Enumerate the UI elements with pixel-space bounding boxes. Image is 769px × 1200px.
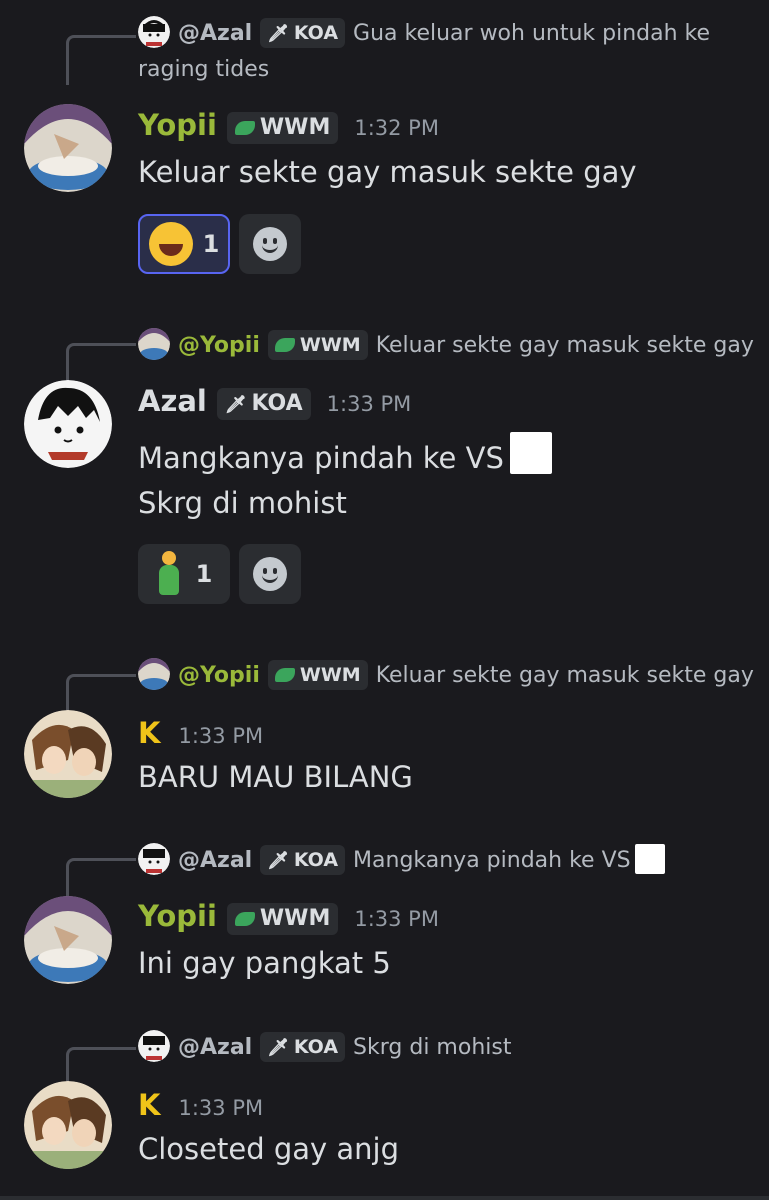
add-reaction-button[interactable]: [239, 214, 301, 274]
role-badge: 🗡 KOA: [260, 1032, 346, 1062]
reply-preview[interactable]: @Azal 🗡 KOA Skrg di mohist: [138, 1030, 749, 1066]
role-badge: 🗡 KOA: [260, 18, 346, 48]
sword-icon: 🗡: [267, 851, 289, 871]
timestamp[interactable]: 1:33 PM: [178, 1096, 263, 1120]
add-reaction-button[interactable]: [239, 544, 301, 604]
username[interactable]: Azal: [138, 384, 207, 418]
reply-author-name[interactable]: @Azal: [178, 1035, 252, 1060]
message-header: Yopii WWM 1:33 PM: [138, 899, 439, 935]
cat-sticker-image[interactable]: [509, 432, 552, 474]
timestamp[interactable]: 1:32 PM: [354, 116, 439, 140]
message-header: Yopii WWM 1:32 PM: [138, 108, 439, 144]
yopii-mini-avatar: [138, 328, 170, 360]
message-header: K 1:33 PM: [138, 716, 263, 750]
username[interactable]: K: [138, 1088, 160, 1122]
leaf-icon: [274, 338, 295, 352]
username[interactable]: Yopii: [138, 108, 217, 142]
k-avatar[interactable]: [24, 1081, 112, 1169]
bottom-divider: [0, 1196, 769, 1200]
azal-mini-avatar: [138, 843, 170, 875]
yopii-avatar[interactable]: [24, 104, 112, 192]
username[interactable]: K: [138, 716, 160, 750]
smiley-icon: [253, 557, 287, 591]
reply-text: Mangkanya pindah ke VS: [353, 848, 631, 873]
reply-text: Keluar sekte gay masuk sekte gay: [375, 663, 754, 688]
laughing-emoji-icon: [148, 222, 193, 266]
reply-author-name[interactable]: @Yopii: [178, 333, 260, 358]
message-text: Closeted gay anjg: [138, 1132, 400, 1166]
role-badge-label: KOA: [293, 849, 339, 871]
reply-text: Keluar sekte gay masuk sekte gay: [375, 333, 754, 358]
message-text: BARU MAU BILANG: [138, 760, 413, 794]
role-badge-label: KOA: [251, 391, 303, 416]
reply-text: Skrg di mohist: [353, 1035, 512, 1060]
azal-mini-avatar: [138, 1030, 170, 1062]
role-badge-label: WWM: [299, 664, 361, 686]
yopii-mini-avatar: [138, 658, 170, 690]
role-badge-label: WWM: [259, 115, 331, 140]
leaf-icon: [234, 121, 255, 135]
role-badge: 🗡 KOA: [260, 845, 346, 875]
reaction-count: 1: [202, 230, 220, 258]
role-badge-label: WWM: [299, 334, 361, 356]
role-badge: WWM: [267, 660, 368, 690]
azal-avatar[interactable]: [24, 380, 112, 468]
azal-mini-avatar: [138, 16, 170, 48]
smiley-icon: [253, 227, 287, 261]
timestamp[interactable]: 1:33 PM: [354, 907, 439, 931]
reply-preview[interactable]: @Yopii WWM Keluar sekte gay masuk sekte ga…: [138, 328, 754, 364]
person-emoji-icon: [156, 551, 182, 597]
yopii-avatar[interactable]: [24, 896, 112, 984]
message-text: Keluar sekte gay masuk sekte gay: [138, 155, 637, 189]
message-text: Mangkanya pindah ke VS: [138, 432, 552, 475]
sword-icon: 🗡: [267, 1038, 289, 1058]
leaf-icon: [234, 912, 255, 926]
reply-author-name[interactable]: @Yopii: [178, 663, 260, 688]
leaf-icon: [274, 668, 295, 682]
reply-preview[interactable]: @Azal 🗡 KOA Mangkanya pindah ke VS: [138, 843, 749, 879]
message-text: Ini gay pangkat 5: [138, 946, 391, 980]
reply-preview[interactable]: @Azal 🗡 KOA Gua keluar woh untuk pindah ke …: [138, 16, 749, 88]
role-badge: WWM: [267, 330, 368, 360]
role-badge: WWM: [226, 112, 339, 144]
role-badge: 🗡 KOA: [216, 388, 311, 420]
role-badge: WWM: [226, 903, 339, 935]
reaction-count: 1: [195, 560, 213, 588]
k-avatar[interactable]: [24, 710, 112, 798]
cat-sticker-image: [634, 844, 665, 874]
timestamp[interactable]: 1:33 PM: [178, 724, 263, 748]
message-line: Mangkanya pindah ke VS: [138, 441, 504, 475]
reply-connector: [66, 35, 136, 85]
message-header: K 1:33 PM: [138, 1088, 263, 1122]
reaction-laughing[interactable]: 1: [138, 214, 230, 274]
reply-author-name[interactable]: @Azal: [178, 21, 252, 46]
timestamp[interactable]: 1:33 PM: [327, 392, 412, 416]
message-text: Skrg di mohist: [138, 486, 347, 520]
message-header: Azal 🗡 KOA 1:33 PM: [138, 384, 411, 420]
reply-preview[interactable]: @Yopii WWM Keluar sekte gay masuk sekte ga…: [138, 658, 754, 694]
sword-icon: 🗡: [224, 395, 247, 415]
username[interactable]: Yopii: [138, 899, 217, 933]
sword-icon: 🗡: [267, 24, 289, 44]
role-badge-label: KOA: [293, 1036, 339, 1058]
reply-author-name[interactable]: @Azal: [178, 848, 252, 873]
role-badge-label: KOA: [293, 22, 339, 44]
role-badge-label: WWM: [259, 906, 331, 931]
reaction-person[interactable]: 1: [138, 544, 230, 604]
